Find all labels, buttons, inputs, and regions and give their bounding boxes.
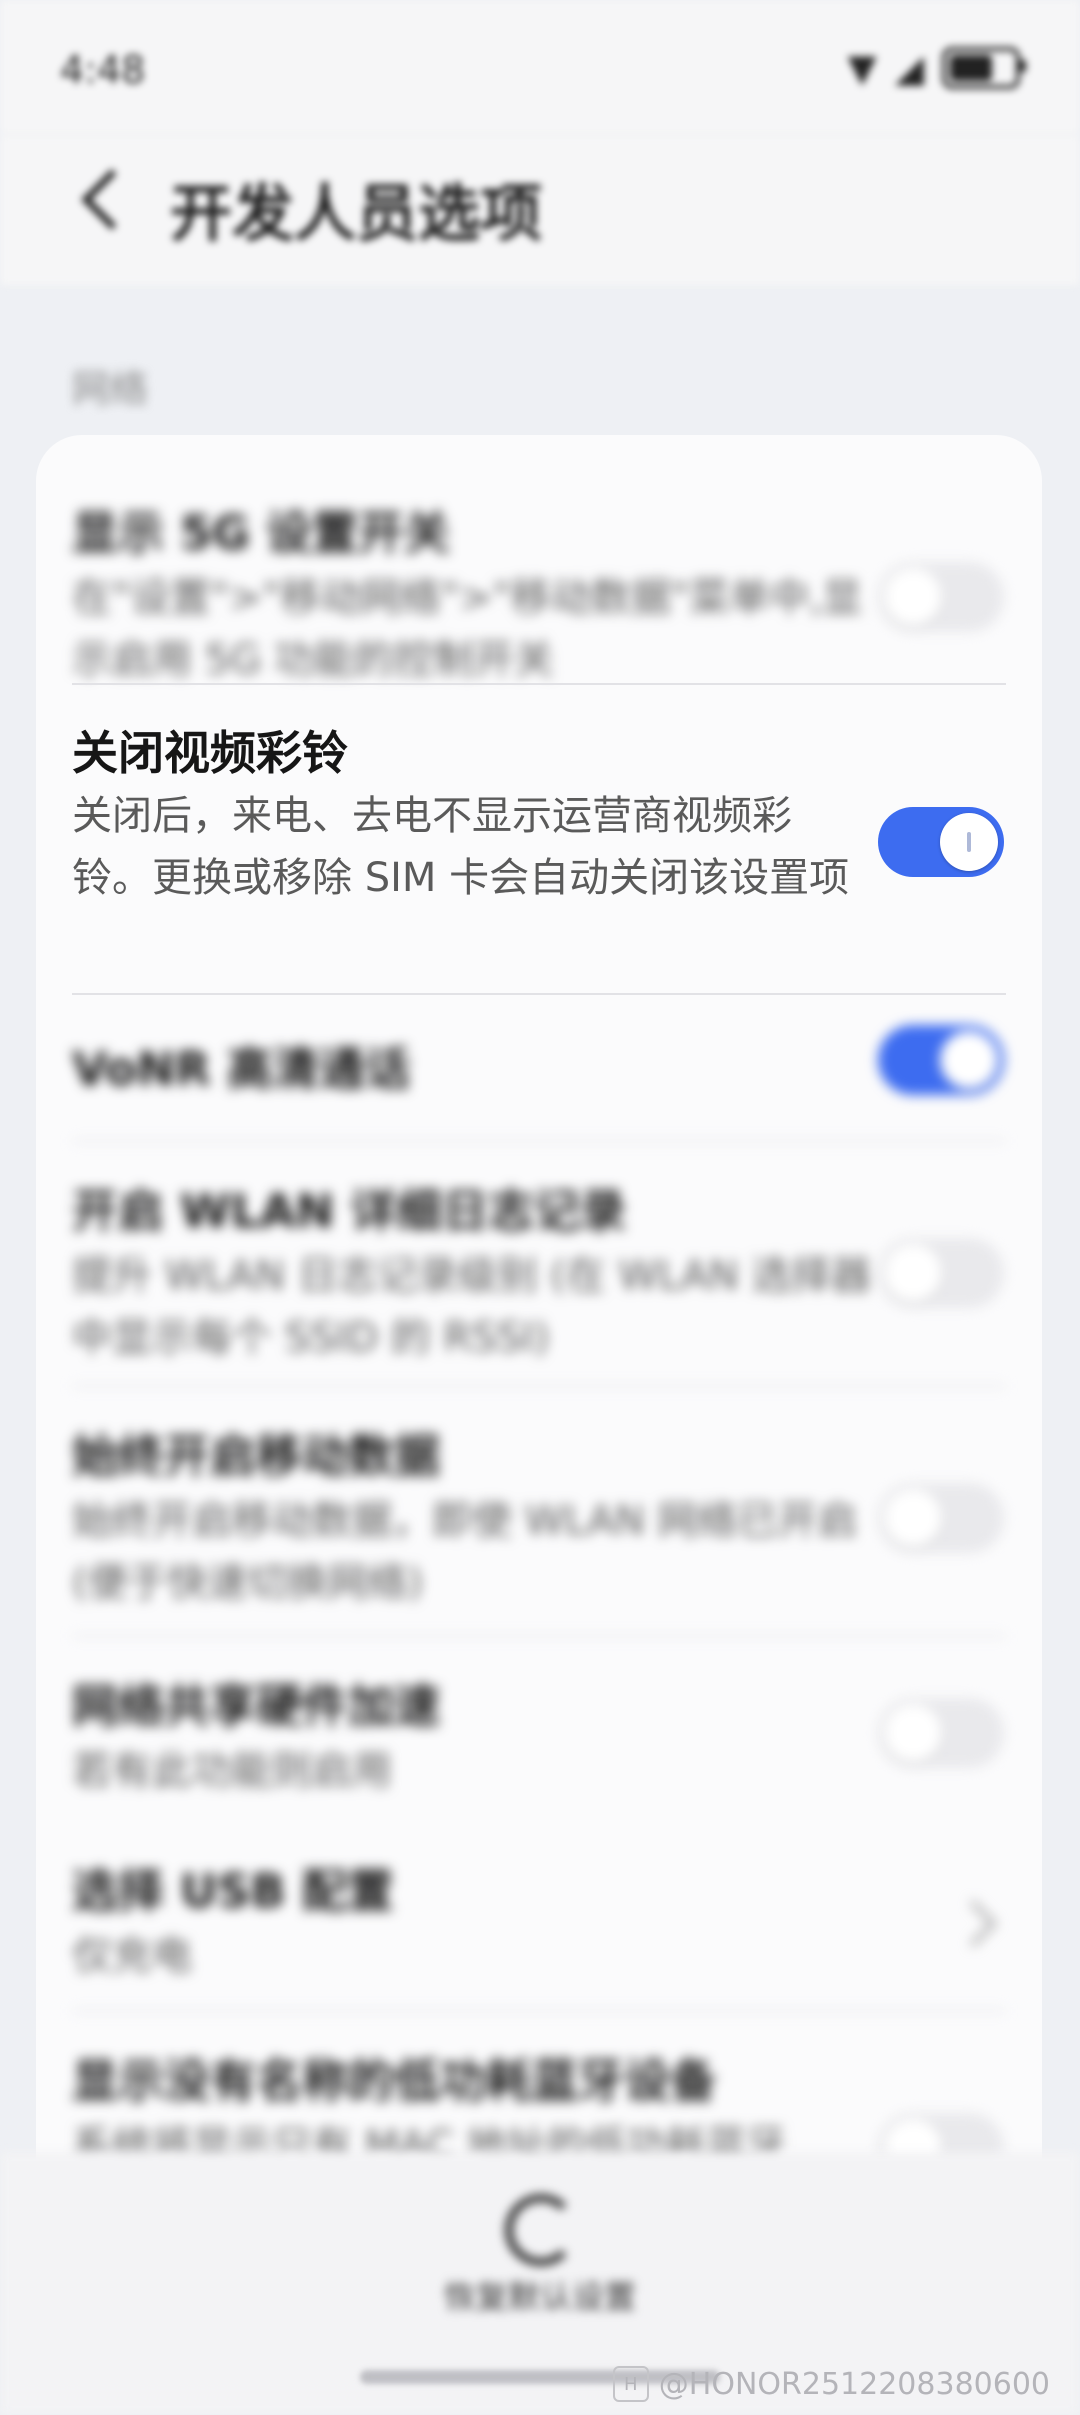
status-time: 4:48 (60, 48, 146, 92)
setting-item-always-on-mobile-data[interactable]: 始终开启移动数据 始终开启移动数据，即使 WLAN 网络已开启 (便于快速切换网… (36, 1390, 1042, 1635)
setting-title: VoNR 高清通话 (72, 1042, 411, 1096)
toggle-tethering-acceleration[interactable] (878, 1698, 1004, 1768)
toggle-wlan-logging[interactable] (878, 1238, 1004, 1308)
honor-badge-icon: H (612, 2366, 649, 2402)
setting-title: 始终开启移动数据 (72, 1429, 440, 1483)
section-label-network: 网络 (72, 367, 149, 411)
toggle-close-video-ringtone[interactable] (878, 807, 1004, 877)
setting-title: 显示 5G 设置开关 (72, 506, 450, 560)
setting-title: 选择 USB 配置 (72, 1864, 394, 1918)
status-bar: 4:48 ▼ ◢ (0, 0, 1080, 135)
battery-icon (942, 47, 1026, 89)
setting-item-close-video-ringtone[interactable]: 关闭视频彩铃 关闭后，来电、去电不显示运营商视频彩铃。更换或移除 SIM 卡会自… (36, 685, 1042, 930)
settings-screen: 4:48 ▼ ◢ 开发人员选项 网络 显示 5G 设置开关 在"设置">"移动网… (0, 0, 1080, 2415)
page-title: 开发人员选项 (170, 177, 543, 250)
watermark-text: @HONOR2512208380600 (658, 2366, 1050, 2402)
setting-desc: 始终开启移动数据，即使 WLAN 网络已开启 (便于快速切换网络) (72, 1498, 858, 1606)
setting-desc: 提升 WLAN 日志记录级别 (在 WLAN 选择器中显示每个 SSID 的 R… (72, 1253, 872, 1361)
setting-desc: 若有此功能则启用 (72, 1748, 392, 1794)
setting-desc: 仅充电 (72, 1933, 192, 1979)
toggle-vonr[interactable] (878, 1025, 1004, 1095)
setting-item-vonr[interactable]: VoNR 高清通话 (36, 995, 1042, 1125)
restore-defaults-icon[interactable] (505, 2194, 577, 2266)
back-arrow-icon[interactable] (70, 163, 140, 233)
setting-desc: 在"设置">"移动网络">"移动数据"菜单中,显示启用 5G 功能的控制开关 (72, 575, 863, 683)
setting-desc: 关闭后，来电、去电不显示运营商视频彩铃。更换或移除 SIM 卡会自动关闭该设置项 (72, 793, 850, 901)
restore-defaults-button[interactable]: 恢复默认设置 (0, 2272, 1080, 2318)
settings-card: 显示 5G 设置开关 在"设置">"移动网络">"移动数据"菜单中,显示启用 5… (36, 435, 1042, 2215)
setting-item-tethering-acceleration[interactable]: 网络共享硬件加速 若有此功能则启用 (36, 1640, 1042, 1820)
toggle-always-on-mobile-data[interactable] (878, 1483, 1004, 1553)
wifi-icon: ▼ (847, 46, 877, 90)
watermark: H @HONOR2512208380600 (612, 2366, 1050, 2402)
setting-title: 开启 WLAN 详细日志记录 (72, 1184, 627, 1238)
setting-title: 显示没有名称的低功耗蓝牙设备 (72, 2054, 716, 2108)
app-bar: 开发人员选项 (0, 135, 1080, 285)
signal-icon: ◢ (894, 46, 924, 90)
toggle-5g-switch[interactable] (878, 562, 1004, 632)
status-icons: ▼ ◢ (847, 46, 1026, 90)
setting-item-5g-switch[interactable]: 显示 5G 设置开关 在"设置">"移动网络">"移动数据"菜单中,显示启用 5… (36, 475, 1042, 685)
setting-item-usb-configuration[interactable]: 选择 USB 配置 仅充电 (36, 1825, 1042, 2015)
setting-title: 关闭视频彩铃 (72, 726, 348, 780)
setting-item-wlan-logging[interactable]: 开启 WLAN 详细日志记录 提升 WLAN 日志记录级别 (在 WLAN 选择… (36, 1145, 1042, 1385)
setting-title: 网络共享硬件加速 (72, 1679, 440, 1733)
chevron-right-icon (950, 1900, 997, 1947)
